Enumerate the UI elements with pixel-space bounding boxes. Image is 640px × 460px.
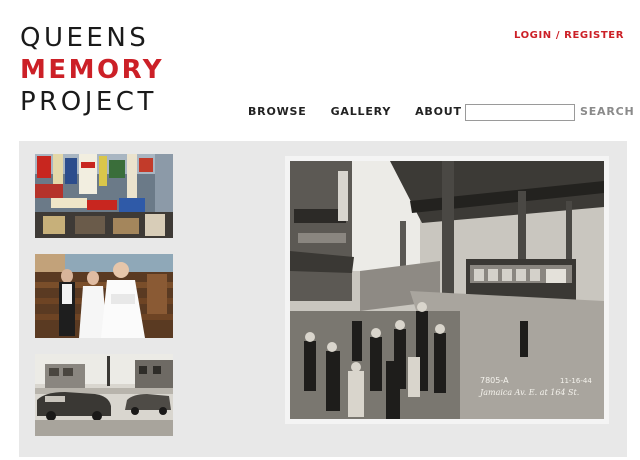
street-cars-photo [35,354,173,436]
nav-browse[interactable]: BROWSE [248,105,307,118]
logo-line-project: PROJECT [20,87,157,117]
search-input[interactable] [465,104,575,121]
site-logo[interactable]: QUEENS MEMORY PROJECT [20,22,164,118]
search-button[interactable]: SEARCH [580,105,635,118]
nav-gallery[interactable]: GALLERY [331,105,392,118]
gallery-panel: 7805-A 11-16-44 Jamaica Av. E. at 164 St… [19,141,627,457]
caption-date: 11-16-44 [560,377,592,385]
featured-photo-jamaica-ave[interactable]: 7805-A 11-16-44 Jamaica Av. E. at 164 St… [285,156,609,424]
caption-catalog-number: 7805-A [480,376,509,385]
church-photo [35,254,173,338]
gallery-thumbnail-street-cars[interactable] [35,354,173,436]
storefront-photo [35,154,173,238]
gallery-thumbnail-church[interactable] [35,254,173,338]
caption-location: Jamaica Av. E. at 164 St. [478,388,579,397]
jamaica-ave-photo: 7805-A 11-16-44 Jamaica Av. E. at 164 St… [290,161,604,419]
nav-about[interactable]: ABOUT [415,105,462,118]
logo-line-memory: MEMORY [20,55,165,85]
logo-line-queens: QUEENS [20,23,150,53]
login-register-link[interactable]: LOGIN / REGISTER [514,30,624,41]
gallery-thumbnail-storefronts[interactable] [35,154,173,238]
main-nav: BROWSE GALLERY ABOUT [248,105,462,118]
